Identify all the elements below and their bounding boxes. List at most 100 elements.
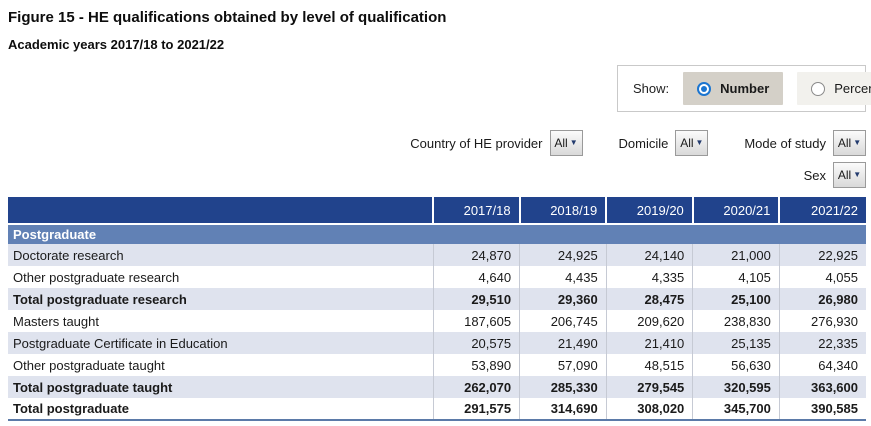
row-value: 28,475: [605, 288, 693, 310]
row-label: Other postgraduate research: [8, 266, 433, 288]
page-subtitle: Academic years 2017/18 to 2021/22: [8, 37, 225, 52]
filter-row-1: Country of HE provider All ▼ Domicile Al…: [410, 130, 866, 156]
row-value: 53,890: [432, 354, 520, 376]
row-value: 4,105: [692, 266, 780, 288]
row-label: Total postgraduate: [8, 398, 433, 420]
table-header-row: 2017/18 2018/19 2019/20 2020/21 2021/22: [8, 197, 866, 225]
table-row: Total postgraduate taught 262,070 285,330 2…: [8, 376, 866, 398]
row-value: 21,410: [605, 332, 693, 354]
row-value: 29,510: [432, 288, 520, 310]
table-header-empty: [8, 197, 433, 225]
row-value: 64,340: [778, 354, 866, 376]
filter-domicile-label: Domicile: [618, 135, 669, 151]
filter-mode-of-study: Mode of study All ▼: [744, 130, 866, 156]
table-header-year: 2020/21: [691, 197, 780, 225]
filter-country-label: Country of HE provider: [410, 135, 543, 151]
row-label: Other postgraduate taught: [8, 354, 433, 376]
row-label: Total postgraduate research: [8, 288, 433, 310]
row-label: Doctorate research: [8, 244, 433, 266]
qualifications-table: 2017/18 2018/19 2019/20 2020/21 2021/22 …: [8, 197, 866, 421]
row-value: 4,335: [605, 266, 693, 288]
filter-country: Country of HE provider All ▼: [410, 130, 583, 156]
show-option-number-label: Number: [720, 81, 770, 96]
row-value: 279,545: [605, 376, 693, 398]
row-value: 308,020: [605, 398, 693, 420]
filter-domicile-dropdown[interactable]: All ▼: [675, 130, 709, 156]
row-value: 238,830: [692, 310, 780, 332]
table-row: Other postgraduate research 4,640 4,435 4,3…: [8, 266, 866, 288]
caret-down-icon: ▼: [853, 170, 862, 179]
show-label: Show:: [633, 81, 670, 96]
show-option-number[interactable]: Number: [683, 72, 784, 105]
row-value: 24,140: [605, 244, 693, 266]
row-value: 345,700: [692, 398, 780, 420]
table-header-year: 2017/18: [432, 197, 520, 225]
row-value: 22,335: [778, 332, 866, 354]
row-value: 209,620: [605, 310, 693, 332]
caret-down-icon: ▼: [853, 138, 862, 147]
table-row: Masters taught 187,605 206,745 209,620 238,8…: [8, 310, 866, 332]
row-value: 57,090: [519, 354, 607, 376]
filter-mode-of-study-label: Mode of study: [744, 135, 826, 151]
table-header-year: 2019/20: [605, 197, 693, 225]
row-value: 206,745: [519, 310, 607, 332]
row-value: 314,690: [519, 398, 607, 420]
row-value: 262,070: [432, 376, 520, 398]
row-value: 4,640: [432, 266, 520, 288]
row-label: Postgraduate Certificate in Education: [8, 332, 433, 354]
filter-mode-of-study-dropdown[interactable]: All ▼: [833, 130, 866, 156]
row-value: 48,515: [605, 354, 693, 376]
caret-down-icon: ▼: [695, 138, 704, 147]
filter-sex-label: Sex: [803, 167, 826, 183]
table-row: Total postgraduate research 29,510 29,360 2…: [8, 288, 866, 310]
filter-domicile: Domicile All ▼: [619, 130, 709, 156]
caret-down-icon: ▼: [569, 138, 578, 147]
filter-mode-of-study-value: All: [837, 136, 852, 150]
row-value: 320,595: [692, 376, 780, 398]
row-label: Total postgraduate taught: [8, 376, 433, 398]
table-header-year: 2018/19: [518, 197, 607, 225]
table-row: Total postgraduate 291,575 314,690 308,020 3…: [8, 398, 866, 420]
filter-country-value: All: [554, 136, 568, 150]
row-value: 20,575: [432, 332, 520, 354]
page: Figure 15 - HE qualifications obtained b…: [0, 0, 871, 426]
row-value: 187,605: [432, 310, 520, 332]
table-body: Postgraduate Doctorate research 24,870 24,9…: [8, 224, 866, 420]
filter-domicile-value: All: [680, 136, 694, 150]
row-value: 276,930: [778, 310, 866, 332]
row-value: 24,925: [519, 244, 607, 266]
radio-selected-icon[interactable]: [697, 81, 712, 96]
row-value: 25,135: [692, 332, 780, 354]
filter-sex-dropdown[interactable]: All ▼: [833, 162, 866, 188]
row-value: 24,870: [432, 244, 520, 266]
show-option-percent-label: Percent: [834, 81, 871, 96]
table-section-row: Postgraduate: [8, 224, 866, 244]
row-value: 363,600: [778, 376, 866, 398]
filter-row-2: Sex All ▼: [804, 162, 866, 188]
row-value: 26,980: [778, 288, 866, 310]
row-value: 29,360: [519, 288, 607, 310]
row-value: 56,630: [692, 354, 780, 376]
row-value: 22,925: [778, 244, 866, 266]
show-option-percent[interactable]: Percent: [797, 72, 871, 105]
filter-country-dropdown[interactable]: All ▼: [549, 130, 583, 156]
table-row: Doctorate research 24,870 24,925 24,140 21,0…: [8, 244, 866, 266]
table-row: Other postgraduate taught 53,890 57,090 48,…: [8, 354, 866, 376]
row-label: Masters taught: [8, 310, 433, 332]
table-section-label: Postgraduate: [8, 224, 866, 244]
row-value: 21,490: [519, 332, 607, 354]
row-value: 4,435: [519, 266, 607, 288]
table-row: Postgraduate Certificate in Education 20,…: [8, 332, 866, 354]
row-value: 291,575: [432, 398, 520, 420]
row-value: 390,585: [778, 398, 866, 420]
row-value: 25,100: [692, 288, 780, 310]
table-header-year: 2021/22: [778, 197, 866, 225]
filter-sex-value: All: [837, 168, 852, 182]
row-value: 21,000: [692, 244, 780, 266]
row-value: 285,330: [519, 376, 607, 398]
page-title: Figure 15 - HE qualifications obtained b…: [8, 9, 447, 26]
show-toggle-box: Show: Number Percent: [617, 65, 871, 112]
filter-sex: Sex All ▼: [804, 162, 866, 188]
row-value: 4,055: [778, 266, 866, 288]
radio-unselected-icon[interactable]: [811, 81, 826, 96]
